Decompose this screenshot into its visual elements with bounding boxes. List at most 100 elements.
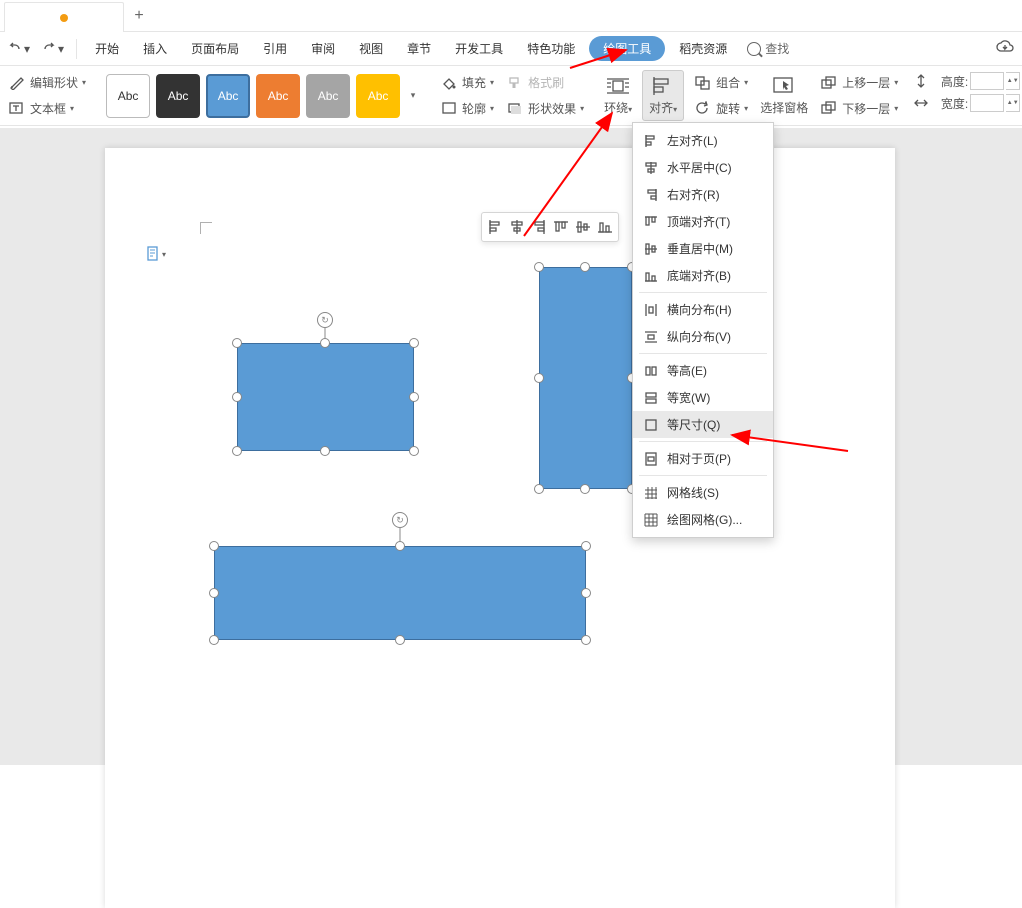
outline-button[interactable]: 轮廓▾ <box>438 98 496 119</box>
handle[interactable] <box>232 392 242 402</box>
menu-layout[interactable]: 页面布局 <box>181 36 249 61</box>
rotate-handle-1[interactable]: ↻ <box>317 312 333 328</box>
menu-section[interactable]: 章节 <box>397 36 441 61</box>
handle[interactable] <box>534 484 544 494</box>
style-gallery-more[interactable]: ▾ <box>406 90 420 101</box>
group-button[interactable]: 组合▾ <box>692 72 750 93</box>
dd-align-top[interactable]: 顶端对齐(T) <box>633 208 773 235</box>
dd-align-center-h[interactable]: 水平居中(C) <box>633 154 773 181</box>
style-swatch-gold[interactable]: Abc <box>356 74 400 118</box>
height-input[interactable] <box>970 72 1004 90</box>
handle[interactable] <box>209 541 219 551</box>
float-align-bottom[interactable] <box>594 216 616 238</box>
width-input[interactable] <box>970 94 1004 112</box>
style-gallery[interactable]: Abc Abc Abc Abc Abc Abc ▾ <box>100 70 426 121</box>
menu-drawing-tools[interactable]: 绘图工具 <box>589 36 665 61</box>
handle[interactable] <box>232 446 242 456</box>
width-icon <box>912 96 930 110</box>
float-align-center-h[interactable] <box>506 216 528 238</box>
dd-equal-size[interactable]: 等尺寸(Q) <box>633 411 773 438</box>
dd-equal-height[interactable]: 等高(E) <box>633 357 773 384</box>
handle[interactable] <box>581 541 591 551</box>
style-swatch-blue[interactable]: Abc <box>206 74 250 118</box>
width-row: 宽度: ▲▼ <box>912 94 1020 112</box>
bring-forward-button[interactable]: 上移一层▾ <box>818 72 900 93</box>
style-swatch-black[interactable]: Abc <box>156 74 200 118</box>
cloud-sync-icon[interactable] <box>996 40 1014 57</box>
handle[interactable] <box>209 635 219 645</box>
menu-start[interactable]: 开始 <box>85 36 129 61</box>
paragraph-icon <box>146 246 160 262</box>
bring-forward-icon <box>820 76 838 90</box>
dd-distribute-v[interactable]: 纵向分布(V) <box>633 323 773 350</box>
float-align-top[interactable] <box>550 216 572 238</box>
shape-rect-1[interactable] <box>237 343 414 451</box>
align-dropdown: 左对齐(L) 水平居中(C) 右对齐(R) 顶端对齐(T) 垂直居中(M) 底端… <box>632 122 774 538</box>
redo-button[interactable]: ▾ <box>38 38 68 60</box>
handle[interactable] <box>580 262 590 272</box>
dd-align-right[interactable]: 右对齐(R) <box>633 181 773 208</box>
edit-shape-button[interactable]: 编辑形状▾ <box>6 72 88 93</box>
handle[interactable] <box>409 446 419 456</box>
handle[interactable] <box>580 484 590 494</box>
redo-icon <box>42 42 56 56</box>
rotate-handle-3[interactable]: ↻ <box>392 512 408 528</box>
shape-rect-2[interactable] <box>539 267 632 489</box>
dd-relative-page[interactable]: 相对于页(P) <box>633 445 773 472</box>
handle[interactable] <box>581 635 591 645</box>
float-align-left[interactable] <box>484 216 506 238</box>
float-align-right[interactable] <box>528 216 550 238</box>
dd-gridlines[interactable]: 网格线(S) <box>633 479 773 506</box>
fill-button[interactable]: 填充▾ <box>438 72 496 93</box>
handle[interactable] <box>395 541 405 551</box>
menu-review[interactable]: 审阅 <box>301 36 345 61</box>
dd-equal-width[interactable]: 等宽(W) <box>633 384 773 411</box>
handle[interactable] <box>409 338 419 348</box>
shape-effect-button[interactable]: 形状效果▾ <box>504 98 586 119</box>
handle[interactable] <box>409 392 419 402</box>
shape-effect-icon <box>506 101 524 115</box>
undo-button[interactable]: ▾ <box>4 38 34 60</box>
handle[interactable] <box>209 588 219 598</box>
document-tab[interactable] <box>4 2 124 32</box>
menu-dev[interactable]: 开发工具 <box>445 36 513 61</box>
menu-docer[interactable]: 稻壳资源 <box>669 36 737 61</box>
handle[interactable] <box>320 446 330 456</box>
height-spinner[interactable]: ▲▼ <box>1006 72 1020 90</box>
paragraph-options-button[interactable]: ▾ <box>146 246 166 262</box>
menu-view[interactable]: 视图 <box>349 36 393 61</box>
shape-rect-3[interactable] <box>214 546 586 640</box>
handle[interactable] <box>320 338 330 348</box>
title-bar: + <box>0 0 1022 32</box>
rotate-icon <box>694 101 712 115</box>
menu-feature[interactable]: 特色功能 <box>517 36 585 61</box>
dd-align-bottom[interactable]: 底端对齐(B) <box>633 262 773 289</box>
handle[interactable] <box>581 588 591 598</box>
handle[interactable] <box>395 635 405 645</box>
dd-align-left[interactable]: 左对齐(L) <box>633 127 773 154</box>
send-backward-button[interactable]: 下移一层▾ <box>818 98 900 119</box>
rotate-button[interactable]: 旋转▾ <box>692 98 750 119</box>
search-button[interactable]: 查找 <box>747 40 789 57</box>
style-swatch-orange[interactable]: Abc <box>256 74 300 118</box>
dd-distribute-h[interactable]: 横向分布(H) <box>633 296 773 323</box>
document-page[interactable] <box>105 148 895 908</box>
handle[interactable] <box>232 338 242 348</box>
handle[interactable] <box>534 262 544 272</box>
menu-reference[interactable]: 引用 <box>253 36 297 61</box>
style-swatch-gray[interactable]: Abc <box>306 74 350 118</box>
wrap-button[interactable]: 环绕▾ <box>602 73 634 118</box>
align-button[interactable]: 对齐▾ <box>642 70 684 121</box>
dd-align-center-v[interactable]: 垂直居中(M) <box>633 235 773 262</box>
width-spinner[interactable]: ▲▼ <box>1006 94 1020 112</box>
textbox-button[interactable]: 文本框▾ <box>6 98 88 119</box>
search-label: 查找 <box>765 40 789 57</box>
selection-pane-button[interactable]: 选择窗格 <box>758 73 810 118</box>
style-swatch-white[interactable]: Abc <box>106 74 150 118</box>
dd-draw-grid[interactable]: 绘图网格(G)... <box>633 506 773 533</box>
float-align-center-v[interactable] <box>572 216 594 238</box>
handle[interactable] <box>534 373 544 383</box>
send-backward-icon <box>820 101 838 115</box>
menu-insert[interactable]: 插入 <box>133 36 177 61</box>
add-tab-button[interactable]: + <box>124 1 154 31</box>
